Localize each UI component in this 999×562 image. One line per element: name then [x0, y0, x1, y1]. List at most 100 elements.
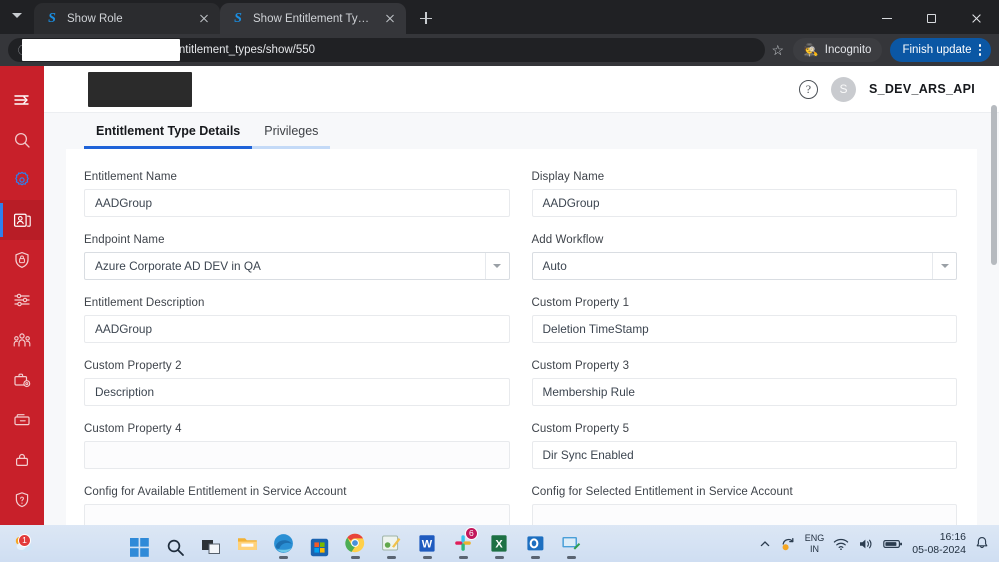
browser-tab-show-entitlement-types[interactable]: S Show Entitlement Types [220, 3, 406, 34]
tab-search-button[interactable] [0, 0, 34, 32]
running-indicator [494, 556, 504, 559]
tab-label: Entitlement Type Details [96, 124, 241, 138]
language-indicator[interactable]: ENG IN [805, 533, 825, 555]
windows-taskbar: 1 W 6 X ENG IN 16:16 05-08-2024 [0, 525, 999, 562]
custom-property-1-input[interactable]: Deletion TimeStamp [531, 315, 957, 343]
sidebar-item-controls[interactable] [0, 280, 44, 320]
finish-update-button[interactable]: Finish update [890, 38, 991, 62]
entitlement-description-input[interactable]: AADGroup [84, 315, 510, 343]
chevron-down-icon[interactable] [932, 253, 956, 279]
sidebar-item-groups[interactable] [0, 320, 44, 360]
field-entitlement-name: Entitlement Name AADGroup [84, 171, 510, 217]
remote-desktop-icon [561, 530, 581, 556]
new-tab-button[interactable] [412, 4, 440, 32]
sidebar-item-archive[interactable] [0, 400, 44, 440]
close-icon[interactable] [383, 12, 397, 26]
field-add-workflow: Add Workflow Auto [531, 234, 957, 280]
taskbar-file-explorer-button[interactable] [232, 527, 263, 561]
sidebar-item-search[interactable] [0, 120, 44, 160]
custom-property-5-input[interactable]: Dir Sync Enabled [531, 441, 957, 469]
page-tabs: Entitlement Type Details Privileges [44, 113, 999, 149]
taskbar-weather-widget[interactable]: 1 [0, 532, 38, 556]
system-tray: ENG IN 16:16 05-08-2024 [759, 531, 999, 557]
word-icon: W [418, 530, 436, 556]
taskbar-remote-desktop-button[interactable] [556, 527, 587, 561]
bookmark-star-icon[interactable]: ☆ [765, 37, 791, 63]
display-name-input[interactable]: AADGroup [531, 189, 957, 217]
battery-icon[interactable] [883, 538, 903, 550]
field-label: Custom Property 1 [531, 297, 630, 309]
page-viewport: ? S S_DEV_ARS_API Entitlement Type Detai… [0, 66, 999, 525]
taskbar-start-button[interactable] [124, 527, 155, 561]
running-indicator [350, 556, 360, 559]
task-view-icon [201, 535, 221, 561]
custom-property-3-input[interactable]: Membership Rule [531, 378, 957, 406]
taskbar-search-button[interactable] [160, 527, 191, 561]
taskbar-store-button[interactable] [304, 527, 335, 561]
running-indicator [566, 556, 576, 559]
shield-lock-icon [15, 251, 29, 269]
avatar[interactable]: S [830, 76, 856, 102]
gear-icon [15, 171, 29, 186]
browser-toolbar: ⓘ mi.saviyntcloud.com/ECM/entitlement_ty… [0, 34, 999, 66]
endpoint-name-select[interactable]: Azure Corporate AD DEV in QA [84, 252, 510, 280]
field-label: Custom Property 3 [531, 360, 630, 372]
field-label: Custom Property 2 [84, 360, 182, 372]
taskbar-task-view-button[interactable] [196, 527, 227, 561]
taskbar-excel-button[interactable]: X [484, 527, 515, 561]
search-icon [14, 132, 30, 148]
config-selected-entitlement-input[interactable] [531, 504, 957, 525]
taskbar-slack-button[interactable]: 6 [448, 526, 479, 561]
sidebar-item-identity[interactable] [0, 200, 44, 240]
briefcase-gear-icon [14, 373, 31, 388]
close-window-button[interactable] [954, 2, 999, 34]
maximize-button[interactable] [909, 2, 954, 34]
chevron-up-icon[interactable] [759, 538, 771, 550]
sidebar-item-jobs[interactable] [0, 360, 44, 400]
sync-icon[interactable] [780, 536, 796, 552]
browser-tab-show-role[interactable]: S Show Role [34, 3, 220, 34]
close-icon[interactable] [197, 12, 211, 26]
tab-entitlement-type-details[interactable]: Entitlement Type Details [84, 113, 253, 149]
minimize-button[interactable] [864, 2, 909, 34]
finish-update-label: Finish update [902, 44, 972, 56]
wifi-icon[interactable] [833, 537, 849, 551]
sidebar-item-bag[interactable] [0, 440, 44, 480]
add-workflow-select[interactable]: Auto [531, 252, 957, 280]
field-label: Add Workflow [531, 234, 604, 246]
weather-badge: 1 [18, 533, 31, 547]
sidebar-item-settings[interactable] [0, 160, 44, 200]
tab-privileges[interactable]: Privileges [252, 113, 331, 149]
taskbar-edge-button[interactable] [268, 527, 299, 561]
config-available-entitlement-input[interactable] [84, 504, 510, 525]
taskbar-outlook-button[interactable] [520, 527, 551, 561]
username-label: S_DEV_ARS_API [868, 82, 975, 96]
browser-tab-strip: S Show Role S Show Entitlement Types [0, 0, 999, 34]
taskbar-paint-button[interactable] [376, 527, 407, 561]
taskbar-chrome-button[interactable] [340, 527, 371, 561]
sidebar-item-compliance[interactable] [0, 480, 44, 520]
volume-icon[interactable] [858, 537, 874, 551]
sidebar-nav [0, 66, 44, 525]
sidebar-item-menu-toggle[interactable] [0, 80, 44, 120]
bell-icon[interactable] [975, 536, 989, 551]
incognito-indicator[interactable]: 🕵 Incognito [792, 38, 883, 62]
sidebar-item-security[interactable] [0, 240, 44, 280]
clock[interactable]: 16:16 05-08-2024 [912, 531, 966, 557]
page-scrollbar[interactable] [991, 105, 997, 265]
taskbar-app-row: W 6 X [124, 526, 587, 561]
entitlement-name-input[interactable]: AADGroup [84, 189, 510, 217]
help-circle-icon[interactable]: ? [798, 79, 818, 99]
taskbar-word-button[interactable]: W [412, 527, 443, 561]
field-label: Display Name [531, 171, 605, 183]
custom-property-2-input[interactable]: Description [84, 378, 510, 406]
slack-badge: 6 [464, 526, 478, 540]
select-value: Azure Corporate AD DEV in QA [95, 259, 261, 273]
field-label: Endpoint Name [84, 234, 165, 246]
browser-menu-icon[interactable] [978, 44, 981, 56]
tab-label: Privileges [264, 124, 319, 138]
custom-property-4-input[interactable] [84, 441, 510, 469]
chevron-down-icon[interactable] [484, 253, 509, 279]
address-bar[interactable]: ⓘ mi.saviyntcloud.com/ECM/entitlement_ty… [8, 38, 765, 62]
saviynt-s-icon: S [48, 10, 56, 26]
